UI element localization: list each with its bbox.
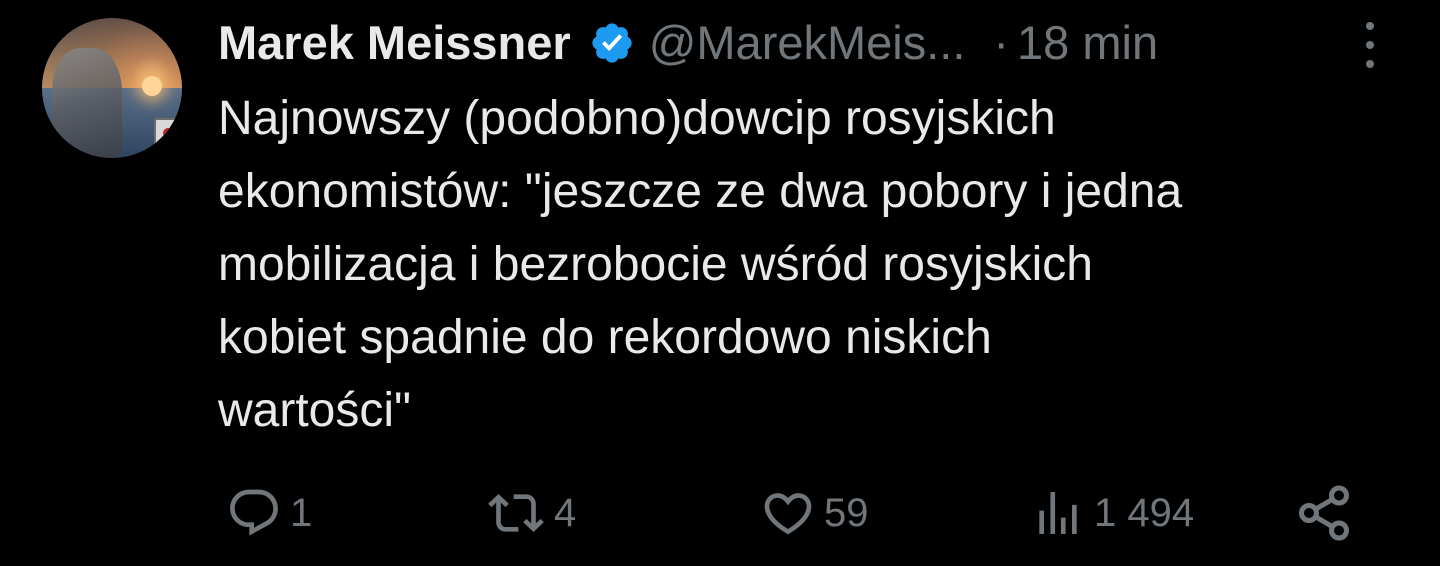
share-icon xyxy=(1299,485,1349,541)
like-count: 59 xyxy=(824,490,869,535)
action-bar: 1 4 59 1 494 xyxy=(0,478,1440,548)
more-icon[interactable] xyxy=(1356,22,1384,68)
reply-count: 1 xyxy=(290,490,313,535)
author-name[interactable]: Marek Meissner xyxy=(218,12,571,74)
like-icon xyxy=(764,493,812,535)
avatar[interactable] xyxy=(42,18,182,158)
author-handle[interactable]: @MarekMeis... xyxy=(649,12,966,74)
views-icon xyxy=(1039,492,1077,534)
like-button[interactable]: 59 xyxy=(758,478,869,548)
reply-icon xyxy=(230,489,278,536)
views-button[interactable]: 1 494 xyxy=(1028,478,1194,548)
reply-button[interactable]: 1 xyxy=(224,478,312,548)
retweet-count: 4 xyxy=(554,490,577,535)
tweet-text: Najnowszy (podobno)dowcip rosyjskich eko… xyxy=(218,92,1183,437)
tweet-header: Marek Meissner @MarekMeis... · 18 min xyxy=(218,12,1158,74)
separator-dot: · xyxy=(993,16,1010,69)
views-count: 1 494 xyxy=(1094,490,1195,535)
retweet-icon xyxy=(488,494,544,532)
verified-badge-icon xyxy=(592,23,632,63)
timestamp[interactable]: 18 min xyxy=(1017,12,1158,74)
share-button[interactable] xyxy=(1294,478,1354,548)
retweet-button[interactable]: 4 xyxy=(484,478,576,548)
